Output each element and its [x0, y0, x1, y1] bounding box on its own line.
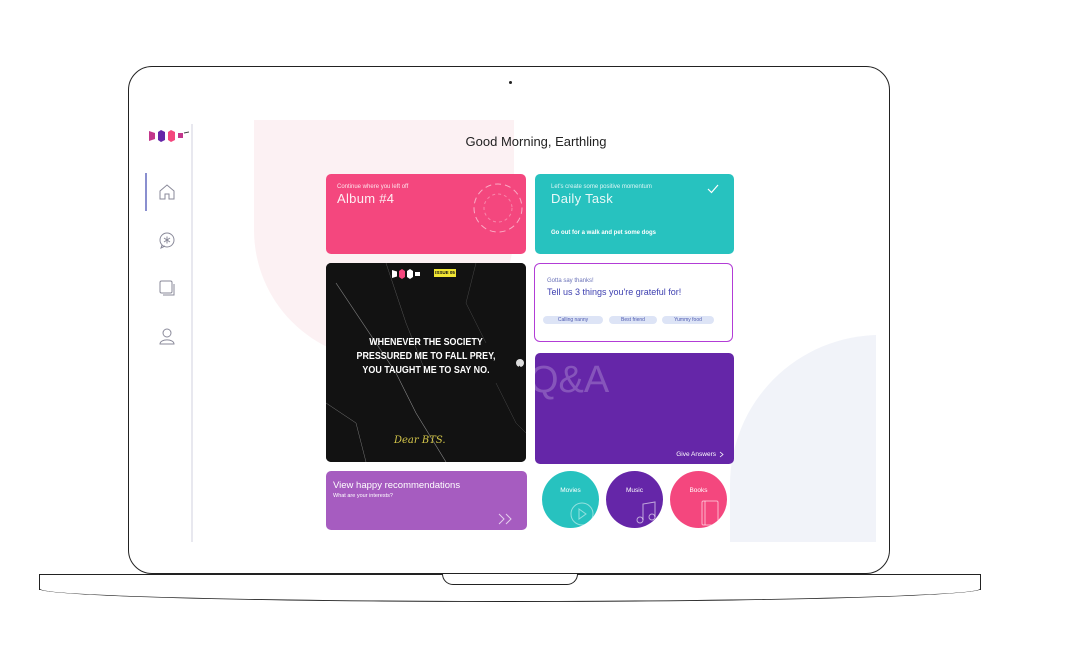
gratitude-title: Tell us 3 things you're grateful for!: [547, 287, 682, 297]
sidebar-item-profile[interactable]: [145, 316, 189, 356]
daily-task-label: Let's create some positive momentum: [551, 184, 652, 190]
double-chevron-right-icon[interactable]: [498, 513, 514, 525]
category-label: Music: [626, 487, 643, 494]
page-title: Good Morning, Earthling: [465, 134, 607, 149]
quote-card[interactable]: ISSUE 05 WHENEVER THE SOCIETY PRESSURED …: [326, 263, 526, 462]
daily-task-body: Go out for a walk and pet some dogs: [551, 230, 657, 236]
background-blob: [730, 335, 876, 542]
user-icon: [159, 328, 175, 345]
laptop-base-bottom: [39, 588, 981, 602]
sidebar-divider: [191, 124, 193, 542]
gratitude-card[interactable]: Gotta say thanks! Tell us 3 things you'r…: [534, 263, 733, 342]
gratitude-chip[interactable]: Calling nanny: [543, 316, 603, 324]
recommendations-subtitle: What are your interests?: [333, 493, 393, 499]
decorative-circle-icon: [473, 183, 523, 233]
recommendations-card[interactable]: View happy recommendations What are your…: [326, 471, 527, 530]
camera-icon: [509, 81, 512, 84]
quote-logo: [392, 269, 420, 279]
chevron-right-icon: [719, 451, 724, 458]
album-card-label: Continue where you left off: [337, 184, 409, 190]
stack-icon: [159, 280, 175, 296]
daily-task-card[interactable]: Let's create some positive momentum Dail…: [535, 174, 734, 254]
quote-signature: Dear BTS.: [394, 435, 446, 446]
quote-line: YOU TAUGHT ME TO SAY NO.: [362, 364, 490, 376]
app-screen: Good Morning, Earthling Continue where y…: [140, 120, 876, 542]
gratitude-chip[interactable]: Yummy food: [662, 316, 714, 324]
chevron-right-icon: [518, 365, 522, 371]
music-note-icon: [636, 501, 656, 524]
daily-task-title: Daily Task: [551, 191, 614, 206]
qa-card[interactable]: Q&A Give Answers: [535, 353, 734, 464]
gratitude-label: Gotta say thanks!: [547, 278, 594, 284]
quote-line: WHENEVER THE SOCIETY: [369, 336, 483, 348]
home-icon: [159, 184, 175, 200]
category-label: Books: [689, 487, 708, 494]
category-movies[interactable]: Movies: [542, 471, 599, 528]
laptop-notch: [442, 574, 578, 585]
qa-title: Q&A: [535, 359, 610, 401]
sidebar-item-library[interactable]: [145, 268, 189, 308]
issue-badge: ISSUE 05: [434, 269, 456, 277]
chat-bubble-icon: [159, 232, 175, 249]
quote-line: PRESSURED ME TO FALL PREY,: [356, 350, 496, 362]
carousel-next-button[interactable]: [516, 359, 524, 371]
category-music[interactable]: Music: [606, 471, 663, 528]
sidebar-item-chat[interactable]: [145, 220, 189, 260]
play-icon: [570, 502, 594, 526]
recommendations-title: View happy recommendations: [333, 480, 461, 491]
album-card-title: Album #4: [337, 191, 395, 206]
album-card[interactable]: Continue where you left off Album #4: [326, 174, 526, 254]
category-books[interactable]: Books: [670, 471, 727, 528]
sidebar-item-home[interactable]: [145, 172, 189, 212]
give-answers-link[interactable]: Give Answers: [676, 451, 724, 458]
give-answers-label: Give Answers: [676, 451, 716, 458]
book-icon: [701, 500, 719, 526]
category-label: Movies: [560, 487, 581, 494]
check-icon[interactable]: [707, 184, 719, 194]
gratitude-chip[interactable]: Best friend: [609, 316, 657, 324]
